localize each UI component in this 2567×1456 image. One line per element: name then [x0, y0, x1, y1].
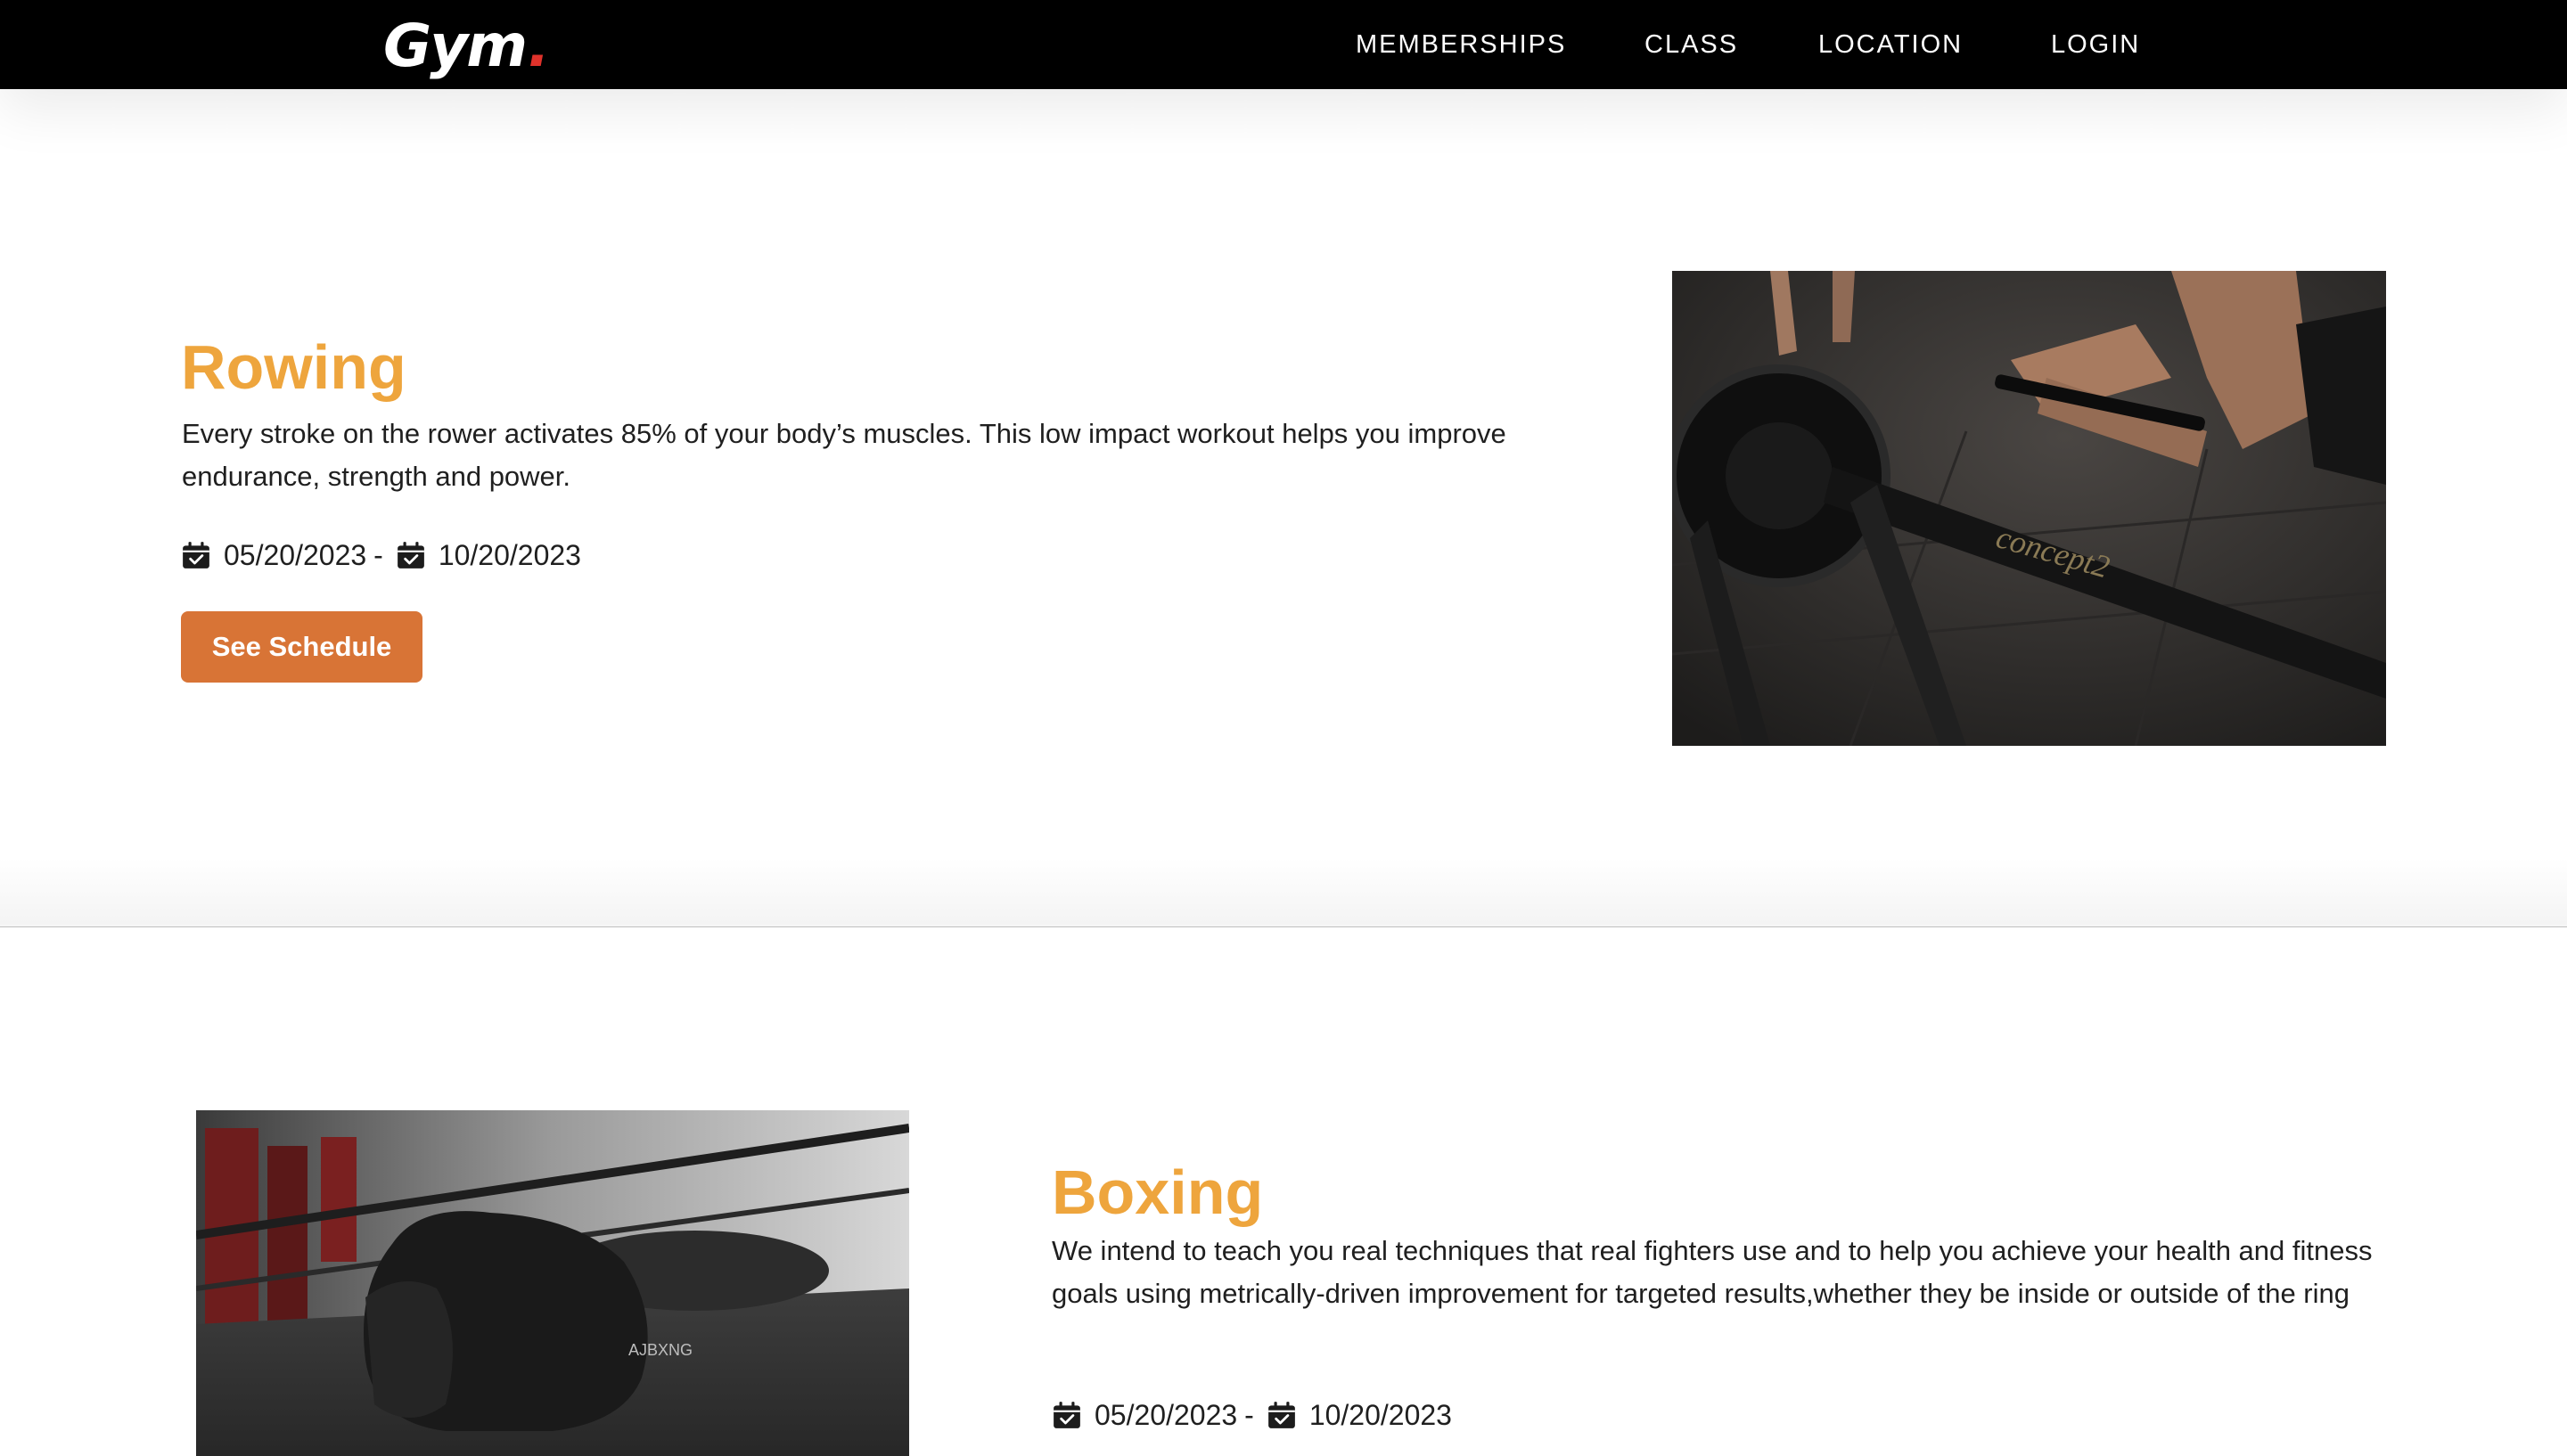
start-date: 05/20/2023 — [224, 538, 367, 571]
boxing-image-brand: AJBXNG — [628, 1341, 693, 1359]
class-dates: 05/20/2023 - 10/20/2023 — [181, 534, 581, 577]
nav-link-class[interactable]: CLASS — [1644, 0, 1738, 89]
calendar-check-icon — [397, 542, 424, 568]
class-description: Every stroke on the rower activates 85% … — [182, 418, 1506, 492]
class-title: Rowing — [181, 332, 406, 402]
calendar-check-icon — [183, 542, 209, 568]
nav-link-memberships[interactable]: MEMBERSHIPS — [1356, 0, 1566, 89]
end-date: 10/20/2023 — [1308, 1398, 1452, 1431]
nav-link-location[interactable]: LOCATION — [1818, 0, 1963, 89]
end-date: 10/20/2023 — [438, 538, 581, 571]
class-section-boxing: AJBXNG Boxing We intend to teach you rea… — [0, 928, 2567, 1456]
class-description: We intend to teach you real techniques t… — [1052, 1235, 2373, 1309]
nav-link-login[interactable]: LOGIN — [2051, 0, 2140, 89]
calendar-check-icon — [1054, 1402, 1080, 1428]
start-date: 05/20/2023 — [1095, 1398, 1238, 1431]
boxing-image: AJBXNG — [196, 1110, 909, 1456]
see-schedule-button[interactable]: See Schedule — [181, 611, 422, 683]
navbar: Gym. MEMBERSHIPS CLASS LOCATION LOGIN — [0, 0, 2567, 89]
class-dates: 05/20/2023 - 10/20/2023 — [1052, 1394, 1452, 1436]
calendar-check-icon — [1267, 1402, 1295, 1428]
date-separator: - — [1244, 1398, 1254, 1431]
rowing-image: concept2 — [1672, 271, 2386, 746]
date-separator: - — [373, 538, 383, 571]
nav-links: MEMBERSHIPS CLASS LOCATION LOGIN — [0, 0, 2567, 89]
class-section-rowing: Rowing Every stroke on the rower activat… — [0, 89, 2567, 925]
class-title: Boxing — [1052, 1157, 1264, 1227]
